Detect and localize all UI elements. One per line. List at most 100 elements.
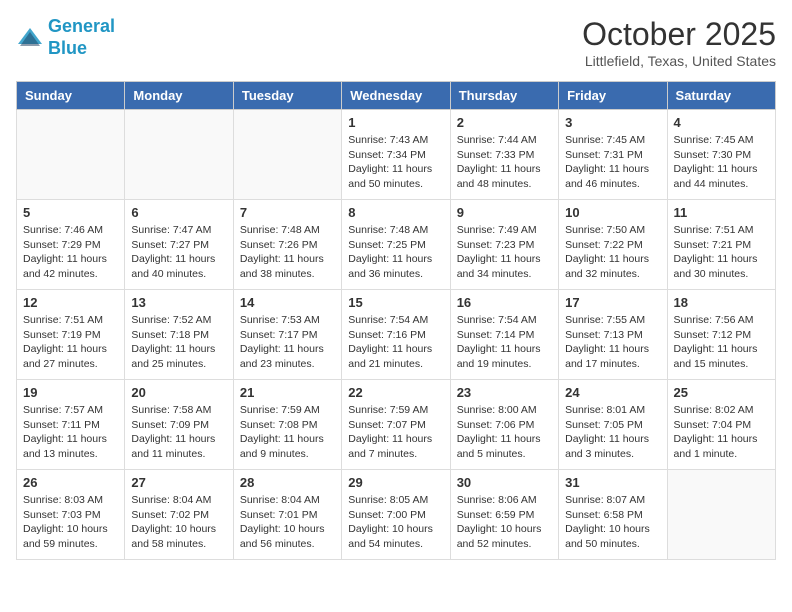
day-info: Sunrise: 7:43 AM Sunset: 7:34 PM Dayligh… [348, 133, 443, 192]
day-info: Sunrise: 7:52 AM Sunset: 7:18 PM Dayligh… [131, 313, 226, 372]
calendar-cell: 11 Sunrise: 7:51 AM Sunset: 7:21 PM Dayli… [667, 200, 775, 290]
day-number: 20 [131, 385, 226, 400]
day-info: Sunrise: 7:54 AM Sunset: 7:14 PM Dayligh… [457, 313, 552, 372]
weekday-header-sunday: Sunday [17, 82, 125, 110]
week-row-3: 12 Sunrise: 7:51 AM Sunset: 7:19 PM Dayli… [17, 290, 776, 380]
day-info: Sunrise: 7:51 AM Sunset: 7:19 PM Dayligh… [23, 313, 118, 372]
day-info: Sunrise: 7:59 AM Sunset: 7:08 PM Dayligh… [240, 403, 335, 462]
calendar-cell: 4Sunrise: 7:45 AM Sunset: 7:30 PM Daylig… [667, 110, 775, 200]
location: Littlefield, Texas, United States [582, 53, 776, 69]
day-info: Sunrise: 7:47 AM Sunset: 7:27 PM Dayligh… [131, 223, 226, 282]
calendar-cell: 3 Sunrise: 7:45 AM Sunset: 7:31 PM Daylig… [559, 110, 667, 200]
calendar-cell: 29Sunrise: 8:05 AM Sunset: 7:00 PM Dayli… [342, 470, 450, 560]
page-header: General Blue October 2025 Littlefield, T… [16, 16, 776, 69]
day-number: 1 [348, 115, 443, 130]
calendar-cell: 8 Sunrise: 7:48 AM Sunset: 7:25 PM Daylig… [342, 200, 450, 290]
calendar-cell: 10 Sunrise: 7:50 AM Sunset: 7:22 PM Dayli… [559, 200, 667, 290]
calendar-cell: 5 Sunrise: 7:46 AM Sunset: 7:29 PM Daylig… [17, 200, 125, 290]
calendar-cell: 24 Sunrise: 8:01 AM Sunset: 7:05 PM Dayli… [559, 380, 667, 470]
day-info: Sunrise: 7:55 AM Sunset: 7:13 PM Dayligh… [565, 313, 660, 372]
calendar-cell [667, 470, 775, 560]
weekday-header-row: SundayMondayTuesdayWednesdayThursdayFrid… [17, 82, 776, 110]
calendar-cell: 30 Sunrise: 8:06 AM Sunset: 6:59 PM Dayli… [450, 470, 558, 560]
calendar-cell: 7 Sunrise: 7:48 AM Sunset: 7:26 PM Daylig… [233, 200, 341, 290]
day-info: Sunrise: 8:07 AM Sunset: 6:58 PM Dayligh… [565, 493, 660, 552]
calendar-cell: 9Sunrise: 7:49 AM Sunset: 7:23 PM Daylig… [450, 200, 558, 290]
day-number: 5 [23, 205, 118, 220]
day-number: 21 [240, 385, 335, 400]
day-number: 11 [674, 205, 769, 220]
title-section: October 2025 Littlefield, Texas, United … [582, 16, 776, 69]
day-number: 19 [23, 385, 118, 400]
day-info: Sunrise: 8:00 AM Sunset: 7:06 PM Dayligh… [457, 403, 552, 462]
day-number: 13 [131, 295, 226, 310]
calendar-cell: 25 Sunrise: 8:02 AM Sunset: 7:04 PM Dayli… [667, 380, 775, 470]
day-info: Sunrise: 7:49 AM Sunset: 7:23 PM Dayligh… [457, 223, 552, 282]
week-row-4: 19 Sunrise: 7:57 AM Sunset: 7:11 PM Dayli… [17, 380, 776, 470]
day-info: Sunrise: 8:03 AM Sunset: 7:03 PM Dayligh… [23, 493, 118, 552]
day-info: Sunrise: 7:51 AM Sunset: 7:21 PM Dayligh… [674, 223, 769, 282]
day-number: 12 [23, 295, 118, 310]
day-number: 17 [565, 295, 660, 310]
day-info: Sunrise: 7:53 AM Sunset: 7:17 PM Dayligh… [240, 313, 335, 372]
weekday-header-saturday: Saturday [667, 82, 775, 110]
day-info: Sunrise: 7:50 AM Sunset: 7:22 PM Dayligh… [565, 223, 660, 282]
day-number: 23 [457, 385, 552, 400]
weekday-header-wednesday: Wednesday [342, 82, 450, 110]
day-info: Sunrise: 8:02 AM Sunset: 7:04 PM Dayligh… [674, 403, 769, 462]
calendar: SundayMondayTuesdayWednesdayThursdayFrid… [16, 81, 776, 560]
day-info: Sunrise: 7:48 AM Sunset: 7:25 PM Dayligh… [348, 223, 443, 282]
day-number: 26 [23, 475, 118, 490]
day-number: 7 [240, 205, 335, 220]
weekday-header-monday: Monday [125, 82, 233, 110]
day-number: 15 [348, 295, 443, 310]
calendar-cell: 19 Sunrise: 7:57 AM Sunset: 7:11 PM Dayli… [17, 380, 125, 470]
logo-blue: Blue [48, 38, 87, 58]
day-number: 14 [240, 295, 335, 310]
day-info: Sunrise: 7:45 AM Sunset: 7:31 PM Dayligh… [565, 133, 660, 192]
calendar-cell: 18Sunrise: 7:56 AM Sunset: 7:12 PM Dayli… [667, 290, 775, 380]
day-number: 31 [565, 475, 660, 490]
day-number: 22 [348, 385, 443, 400]
logo: General Blue [16, 16, 115, 59]
day-info: Sunrise: 7:58 AM Sunset: 7:09 PM Dayligh… [131, 403, 226, 462]
weekday-header-thursday: Thursday [450, 82, 558, 110]
day-number: 30 [457, 475, 552, 490]
day-info: Sunrise: 8:04 AM Sunset: 7:01 PM Dayligh… [240, 493, 335, 552]
week-row-1: 1 Sunrise: 7:43 AM Sunset: 7:34 PM Daylig… [17, 110, 776, 200]
weekday-header-tuesday: Tuesday [233, 82, 341, 110]
logo-text: General Blue [48, 16, 115, 59]
calendar-cell: 17 Sunrise: 7:55 AM Sunset: 7:13 PM Dayli… [559, 290, 667, 380]
week-row-5: 26 Sunrise: 8:03 AM Sunset: 7:03 PM Dayli… [17, 470, 776, 560]
weekday-header-friday: Friday [559, 82, 667, 110]
calendar-cell: 12 Sunrise: 7:51 AM Sunset: 7:19 PM Dayli… [17, 290, 125, 380]
day-number: 2 [457, 115, 552, 130]
day-info: Sunrise: 7:44 AM Sunset: 7:33 PM Dayligh… [457, 133, 552, 192]
day-info: Sunrise: 8:06 AM Sunset: 6:59 PM Dayligh… [457, 493, 552, 552]
calendar-cell: 20 Sunrise: 7:58 AM Sunset: 7:09 PM Dayli… [125, 380, 233, 470]
day-info: Sunrise: 7:57 AM Sunset: 7:11 PM Dayligh… [23, 403, 118, 462]
calendar-cell: 16Sunrise: 7:54 AM Sunset: 7:14 PM Dayli… [450, 290, 558, 380]
month-title: October 2025 [582, 16, 776, 53]
calendar-cell: 1 Sunrise: 7:43 AM Sunset: 7:34 PM Daylig… [342, 110, 450, 200]
day-number: 3 [565, 115, 660, 130]
day-info: Sunrise: 7:59 AM Sunset: 7:07 PM Dayligh… [348, 403, 443, 462]
logo-general: General [48, 16, 115, 36]
day-info: Sunrise: 8:04 AM Sunset: 7:02 PM Dayligh… [131, 493, 226, 552]
day-number: 27 [131, 475, 226, 490]
day-number: 25 [674, 385, 769, 400]
day-number: 8 [348, 205, 443, 220]
day-number: 24 [565, 385, 660, 400]
calendar-cell [17, 110, 125, 200]
day-info: Sunrise: 8:01 AM Sunset: 7:05 PM Dayligh… [565, 403, 660, 462]
calendar-cell: 27 Sunrise: 8:04 AM Sunset: 7:02 PM Dayli… [125, 470, 233, 560]
day-info: Sunrise: 7:48 AM Sunset: 7:26 PM Dayligh… [240, 223, 335, 282]
day-number: 28 [240, 475, 335, 490]
logo-icon [16, 24, 44, 52]
calendar-cell: 22 Sunrise: 7:59 AM Sunset: 7:07 PM Dayli… [342, 380, 450, 470]
calendar-cell: 13 Sunrise: 7:52 AM Sunset: 7:18 PM Dayli… [125, 290, 233, 380]
day-number: 10 [565, 205, 660, 220]
day-number: 18 [674, 295, 769, 310]
day-info: Sunrise: 7:46 AM Sunset: 7:29 PM Dayligh… [23, 223, 118, 282]
calendar-cell: 14 Sunrise: 7:53 AM Sunset: 7:17 PM Dayli… [233, 290, 341, 380]
